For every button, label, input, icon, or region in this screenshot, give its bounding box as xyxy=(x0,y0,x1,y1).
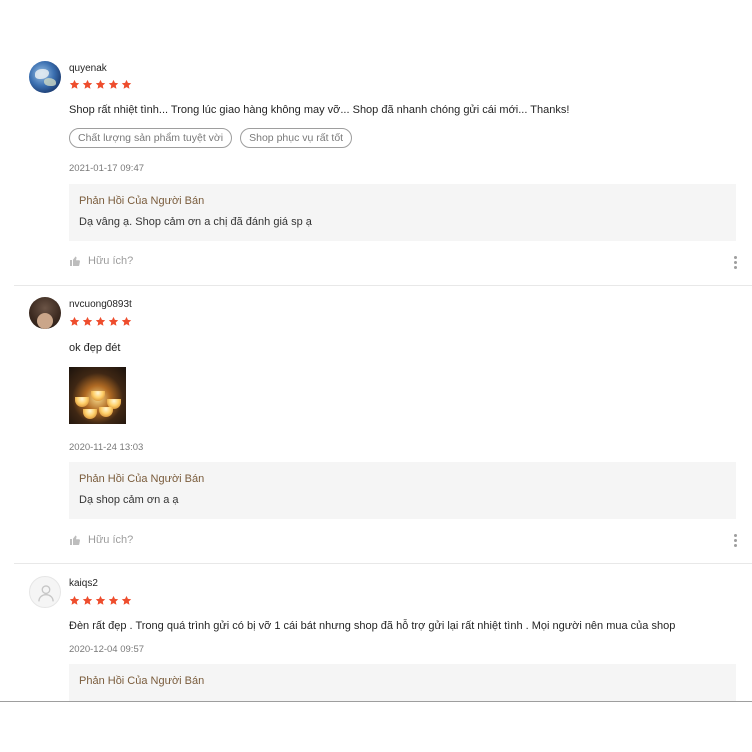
review-divider xyxy=(14,285,752,286)
avatar[interactable] xyxy=(29,61,61,93)
helpful-button[interactable]: Hữu ích? xyxy=(69,534,133,546)
star-icon xyxy=(121,595,132,606)
review-date: 2020-11-24 13:03 xyxy=(69,442,144,453)
review-tag: Shop phục vụ rất tốt xyxy=(240,128,353,148)
star-icon xyxy=(108,79,119,90)
reviewer-username[interactable]: nvcuong0893t xyxy=(69,299,132,310)
thumbs-up-icon xyxy=(69,534,81,546)
thumbs-up-icon xyxy=(69,255,81,267)
review-tags: Chất lượng sản phẩm tuyệt vời Shop phục … xyxy=(69,128,353,148)
helpful-label: Hữu ích? xyxy=(88,255,134,267)
reviewer-username[interactable]: quyenak xyxy=(69,63,107,74)
seller-reply: Phản Hồi Của Người Bán Dạ vâng ạ. Shop c… xyxy=(69,184,736,241)
seller-reply-title: Phản Hồi Của Người Bán xyxy=(79,473,205,485)
star-rating xyxy=(69,79,132,91)
review-divider xyxy=(14,563,752,564)
star-icon xyxy=(95,79,106,90)
more-options-icon[interactable] xyxy=(732,534,738,548)
star-icon xyxy=(108,316,119,327)
star-icon xyxy=(69,79,80,90)
review-tag: Chất lượng sản phẩm tuyệt vời xyxy=(69,128,233,148)
seller-reply-text: Dạ shop cảm ơn a ạ xyxy=(79,494,179,506)
review-comment: Shop rất nhiệt tình... Trong lúc giao hà… xyxy=(69,104,570,116)
star-icon xyxy=(82,316,93,327)
more-options-icon[interactable] xyxy=(732,256,738,270)
helpful-button[interactable]: Hữu ích? xyxy=(69,255,133,267)
seller-reply-title: Phản Hồi Của Người Bán xyxy=(79,675,205,687)
star-icon xyxy=(121,79,132,90)
seller-reply: Phản Hồi Của Người Bán Dạ shop cảm ơn a … xyxy=(69,462,736,519)
star-icon xyxy=(121,316,132,327)
avatar[interactable] xyxy=(29,576,61,608)
star-icon xyxy=(82,595,93,606)
review-comment: ok đẹp đét xyxy=(69,342,121,354)
review-date: 2020-12-04 09:57 xyxy=(69,644,145,655)
star-icon xyxy=(95,595,106,606)
viewport-bottom-border xyxy=(0,701,752,702)
review-date: 2021-01-17 09:47 xyxy=(69,163,145,174)
star-icon xyxy=(95,316,106,327)
review-photo-thumbnail[interactable] xyxy=(69,367,126,424)
avatar[interactable] xyxy=(29,297,61,329)
seller-reply-text: Dạ vâng ạ. Shop cảm ơn a chị đã đánh giá… xyxy=(79,216,312,228)
star-icon xyxy=(82,79,93,90)
user-icon xyxy=(38,585,54,602)
star-rating xyxy=(69,595,132,607)
review-comment: Đèn rất đẹp . Trong quá trình gửi có bị … xyxy=(69,620,676,632)
star-rating xyxy=(69,316,132,328)
helpful-label: Hữu ích? xyxy=(88,534,134,546)
star-icon xyxy=(108,595,119,606)
star-icon xyxy=(69,595,80,606)
reviewer-username[interactable]: kaiqs2 xyxy=(69,578,98,589)
star-icon xyxy=(69,316,80,327)
seller-reply: Phản Hồi Của Người Bán xyxy=(69,664,736,701)
seller-reply-title: Phản Hồi Của Người Bán xyxy=(79,195,205,207)
